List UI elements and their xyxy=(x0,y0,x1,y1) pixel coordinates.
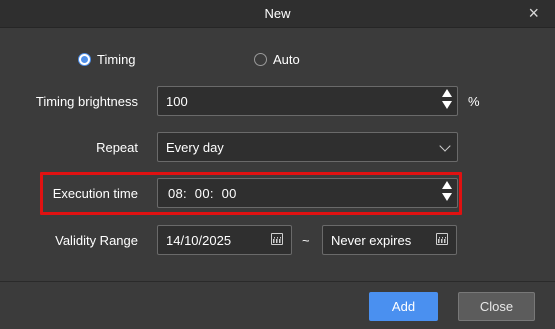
repeat-value: Every day xyxy=(166,139,224,155)
footer-divider xyxy=(0,281,555,282)
brightness-input[interactable]: 100 xyxy=(157,86,458,116)
validity-range-label: Validity Range xyxy=(55,233,138,248)
add-button[interactable]: Add xyxy=(369,292,438,321)
radio-auto-label: Auto xyxy=(273,52,300,67)
brightness-label: Timing brightness xyxy=(35,94,138,109)
radio-unselected-icon[interactable] xyxy=(254,53,267,66)
close-icon[interactable]: × xyxy=(528,4,539,22)
calendar-icon[interactable] xyxy=(436,233,448,245)
start-date-input[interactable]: 14/10/2025 xyxy=(157,225,292,255)
radio-timing[interactable]: Timing xyxy=(78,52,136,67)
title-bar: New × xyxy=(0,0,555,28)
radio-selected-icon[interactable] xyxy=(78,53,91,66)
decrement-icon[interactable] xyxy=(442,101,452,109)
chevron-down-icon[interactable] xyxy=(439,140,451,152)
start-date-value: 14/10/2025 xyxy=(166,232,232,248)
brightness-spinner[interactable] xyxy=(442,89,452,109)
radio-timing-label: Timing xyxy=(97,52,136,67)
calendar-icon[interactable] xyxy=(271,233,283,245)
repeat-select[interactable]: Every day xyxy=(157,132,458,162)
end-date-value: Never expires xyxy=(331,232,412,248)
dialog-title: New xyxy=(264,6,291,21)
range-separator: ~ xyxy=(302,233,310,248)
brightness-unit: % xyxy=(468,94,480,109)
brightness-value: 100 xyxy=(166,93,188,109)
highlight-box xyxy=(40,172,462,215)
radio-auto[interactable]: Auto xyxy=(254,52,300,67)
close-button[interactable]: Close xyxy=(458,292,535,321)
repeat-label: Repeat xyxy=(96,140,138,155)
increment-icon[interactable] xyxy=(442,89,452,97)
end-date-input[interactable]: Never expires xyxy=(322,225,457,255)
